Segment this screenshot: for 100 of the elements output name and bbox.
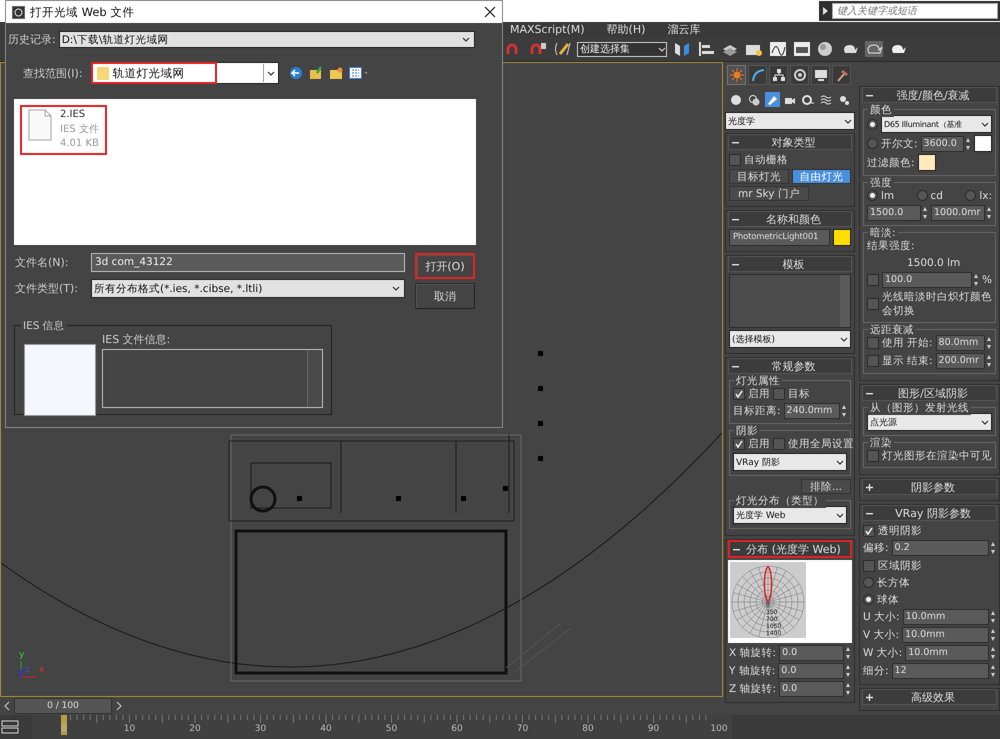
file-list[interactable]: 2.IES IES 文件 4.01 KB <box>14 99 476 245</box>
dialog-button[interactable]: 取消 <box>415 283 475 309</box>
radio-button[interactable]: cd <box>916 190 943 202</box>
teapot-icon[interactable] <box>865 41 883 57</box>
spinner-field[interactable]: 0.0 <box>779 645 844 661</box>
rollout-header[interactable]: 名称和颜色 <box>728 211 852 227</box>
dropdown[interactable]: D65 Illuminant（基准 <box>881 115 992 133</box>
dialog-button[interactable]: 打开(O) <box>415 253 475 279</box>
checkbox[interactable] <box>867 274 879 286</box>
rollout-header[interactable]: 高级效果 <box>862 689 997 705</box>
menu-item[interactable]: MAXScript(M) <box>510 23 585 36</box>
spinner-arrows-icon[interactable] <box>841 404 847 418</box>
rollout-header[interactable]: 对象类型 <box>728 134 852 150</box>
align-icon[interactable] <box>697 41 715 57</box>
checkbox[interactable]: 光线暗淡时白炽灯颜色会切换 <box>867 290 992 318</box>
spinner-field[interactable]: 3600.0 <box>920 136 964 152</box>
spinner-field[interactable]: 80.0mm <box>936 335 985 351</box>
category-button[interactable] <box>800 92 816 107</box>
spinner-arrows-icon[interactable] <box>990 664 996 678</box>
spinner-arrows-icon[interactable] <box>965 136 971 150</box>
file-name-field[interactable]: 3d com_43122 <box>91 253 405 272</box>
rollout-header[interactable]: 图形/区域阴影 <box>862 385 997 401</box>
next-frame-icon[interactable] <box>114 701 124 711</box>
checkbox[interactable]: 使用全局设置 <box>773 436 854 450</box>
rollout-header[interactable]: 常规参数 <box>728 358 852 374</box>
spinner-arrows-icon[interactable] <box>990 541 996 555</box>
look-in-dropdown[interactable]: 轨道灯光域网 <box>90 62 279 84</box>
spinner-arrows-icon[interactable] <box>990 610 996 624</box>
checkbox[interactable]: 区域阴影 <box>863 558 922 572</box>
info-text-area[interactable] <box>102 349 323 408</box>
panel-tab[interactable] <box>832 65 851 85</box>
radio-button[interactable]: 球体 <box>863 592 899 606</box>
rollout-header[interactable]: 分布 (光度学 Web) <box>728 540 852 558</box>
spinner-field[interactable]: 12 <box>892 663 989 679</box>
panel-tab[interactable] <box>748 65 767 85</box>
rollout-header[interactable]: VRay 阴影参数 <box>862 505 997 521</box>
category-button[interactable] <box>729 92 744 107</box>
pencil-icon[interactable] <box>553 41 571 57</box>
spinner-field[interactable]: 10.0mm <box>902 609 989 625</box>
radio-button[interactable]: 长方体 <box>863 576 910 590</box>
rollout-header[interactable]: 强度/颜色/衰减 <box>862 87 997 103</box>
checkbox[interactable]: 透明阴影 <box>863 524 922 538</box>
selection-set-dropdown[interactable]: 创建选择集 <box>577 42 667 56</box>
menu-item[interactable]: 溜云库 <box>667 22 700 37</box>
spinner-arrows-icon[interactable] <box>986 206 992 220</box>
panel-tab[interactable] <box>769 65 788 85</box>
checkbox[interactable]: 自动栅格 <box>729 152 788 166</box>
checkbox[interactable]: 灯光图形在渲染中可见 <box>867 448 992 462</box>
mirror-icon[interactable] <box>673 41 691 57</box>
category-button[interactable] <box>746 92 762 107</box>
radio-button[interactable]: 开尔文: <box>867 136 918 150</box>
menu-item[interactable]: 帮助(H) <box>606 22 646 37</box>
key-mode-icon[interactable] <box>0 719 20 735</box>
type-dropdown[interactable]: 光度学 <box>725 112 855 130</box>
spinner-arrows-icon[interactable] <box>986 354 992 368</box>
spinner-arrows-icon[interactable] <box>845 646 851 660</box>
panel-tab[interactable] <box>811 65 830 85</box>
folder-up-icon[interactable] <box>308 66 323 80</box>
back-icon[interactable] <box>288 66 303 80</box>
panel-button[interactable]: 排除... <box>800 479 851 494</box>
dropdown[interactable]: VRay 阴影 <box>733 453 847 471</box>
plus-icon[interactable] <box>866 694 873 700</box>
color-swatch[interactable] <box>833 229 851 246</box>
view-menu-icon[interactable] <box>348 66 369 80</box>
search-field[interactable]: 键入关键字或短语 <box>832 3 998 19</box>
scrollbar[interactable] <box>307 350 322 407</box>
spinner-field[interactable]: 100.0 <box>882 272 972 288</box>
window-icon[interactable] <box>793 41 811 57</box>
checkbox[interactable]: 使用 <box>867 336 904 350</box>
spinner-arrows-icon[interactable] <box>986 336 992 350</box>
expand-arrow-icon[interactable] <box>823 7 828 15</box>
category-button[interactable] <box>764 92 780 107</box>
history-dropdown[interactable]: D:\下载\轨道灯光域网 <box>58 31 475 48</box>
scrollbar[interactable] <box>840 275 850 327</box>
dropdown[interactable]: 点光源 <box>867 413 992 431</box>
radio-button[interactable] <box>867 118 878 130</box>
radio-button[interactable]: lm <box>867 190 894 202</box>
checkbox[interactable]: 显示 <box>867 354 904 368</box>
new-folder-icon[interactable] <box>328 66 343 80</box>
checkbox[interactable]: 启用 <box>733 436 770 450</box>
file-item[interactable]: 2.IES IES 文件 4.01 KB <box>20 105 107 155</box>
panel-button[interactable]: 目标灯光 <box>729 169 788 184</box>
timeline-ruler[interactable]: 0 10 20 30 40 50 60 70 80 90 100 <box>32 715 732 739</box>
panel-button[interactable]: mr Sky 门户 <box>729 186 809 201</box>
spinner-field[interactable]: 10.0mm <box>902 627 989 643</box>
color-swatch[interactable] <box>974 135 992 152</box>
graph-icon[interactable] <box>769 41 787 57</box>
checkbox[interactable]: 启用 <box>733 386 770 400</box>
dropdown[interactable]: (选择模板) <box>729 330 851 348</box>
spinner-field[interactable]: 1500.0 <box>867 205 921 221</box>
spinner-arrows-icon[interactable] <box>845 682 851 696</box>
spinner-arrows-icon[interactable] <box>990 628 996 642</box>
sphere-icon[interactable] <box>817 41 835 57</box>
rollout-header[interactable]: 阴影参数 <box>862 479 997 495</box>
checkbox[interactable]: 目标 <box>773 386 810 400</box>
previous-frame-icon[interactable] <box>2 701 12 711</box>
panel-tab[interactable] <box>790 65 809 85</box>
dropdown[interactable]: 光度学 Web <box>733 506 847 524</box>
spinner-field[interactable]: 0.0 <box>778 663 844 679</box>
spinner-field[interactable]: 0.2 <box>892 540 989 556</box>
